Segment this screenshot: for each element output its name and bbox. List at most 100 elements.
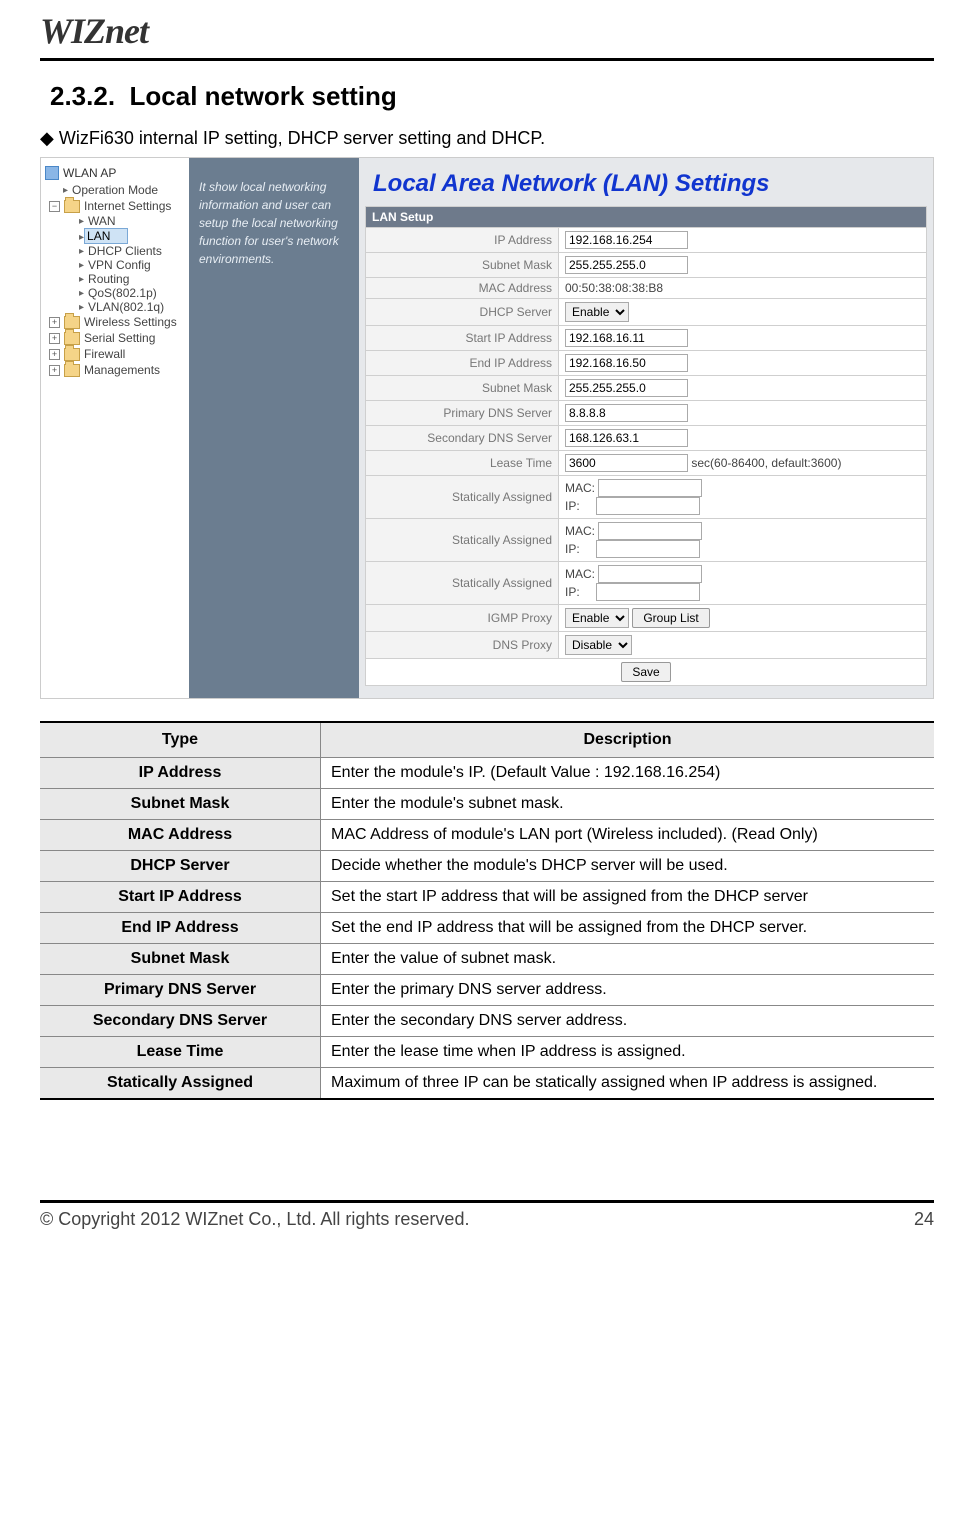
label-ip-address: IP Address <box>366 228 559 253</box>
input-static1-ip[interactable] <box>596 497 700 515</box>
desc-type-cell: Secondary DNS Server <box>40 1006 321 1037</box>
table-row: Subnet MaskEnter the value of subnet mas… <box>40 944 934 975</box>
desc-text-cell: Enter the lease time when IP address is … <box>321 1037 935 1068</box>
desc-type-cell: Lease Time <box>40 1037 321 1068</box>
input-primary-dns[interactable] <box>565 404 688 422</box>
input-ip-address[interactable] <box>565 231 688 249</box>
ip-label: IP: <box>565 585 580 599</box>
arrow-icon: ▸ <box>79 216 84 227</box>
input-static2-mac[interactable] <box>598 522 702 540</box>
arrow-icon: ▸ <box>79 274 84 285</box>
desc-text-cell: Decide whether the module's DHCP server … <box>321 851 935 882</box>
select-dns-proxy[interactable]: Disable <box>565 635 632 655</box>
collapse-icon[interactable]: − <box>49 201 60 212</box>
label-secondary-dns: Secondary DNS Server <box>366 426 559 451</box>
section-heading: 2.3.2. Local network setting <box>50 81 934 112</box>
expand-icon[interactable]: + <box>49 317 60 328</box>
desc-type-cell: Subnet Mask <box>40 944 321 975</box>
arrow-icon: ▸ <box>79 288 84 299</box>
help-text: It show local networking information and… <box>199 180 339 266</box>
input-end-ip[interactable] <box>565 354 688 372</box>
nav-root-label: WLAN AP <box>63 166 116 180</box>
label-static-1: Statically Assigned <box>366 476 559 519</box>
lease-time-suffix: sec(60-86400, default:3600) <box>691 456 841 470</box>
desc-type-cell: Start IP Address <box>40 882 321 913</box>
input-static3-ip[interactable] <box>596 583 700 601</box>
nav-root[interactable]: WLAN AP <box>45 164 185 182</box>
expand-icon[interactable]: + <box>49 365 60 376</box>
logo-text: WIZnet <box>40 11 148 51</box>
expand-icon[interactable]: + <box>49 333 60 344</box>
select-igmp-proxy[interactable]: Enable <box>565 608 629 628</box>
desc-text-cell: Enter the secondary DNS server address. <box>321 1006 935 1037</box>
table-row: Statically AssignedMaximum of three IP c… <box>40 1068 934 1100</box>
ip-label: IP: <box>565 499 580 513</box>
intro-text: WizFi630 internal IP setting, DHCP serve… <box>59 128 545 148</box>
arrow-icon: ▸ <box>79 260 84 271</box>
input-static2-ip[interactable] <box>596 540 700 558</box>
input-subnet-mask-2[interactable] <box>565 379 688 397</box>
label-end-ip: End IP Address <box>366 351 559 376</box>
wlan-icon <box>45 166 59 180</box>
mac-label: MAC: <box>565 567 595 581</box>
nav-sub-qos[interactable]: ▸QoS(802.1p) <box>45 286 185 300</box>
desc-type-cell: Statically Assigned <box>40 1068 321 1100</box>
copyright-text: © Copyright 2012 WIZnet Co., Ltd. All ri… <box>40 1209 469 1230</box>
arrow-icon: ▸ <box>79 302 84 313</box>
mac-label: MAC: <box>565 481 595 495</box>
nav-sub-lan[interactable]: LAN <box>84 228 128 244</box>
section-title-text: Local network setting <box>130 81 397 111</box>
desc-text-cell: Enter the primary DNS server address. <box>321 975 935 1006</box>
table-row: End IP AddressSet the end IP address tha… <box>40 913 934 944</box>
screenshot-panel: WLAN AP ▸ Operation Mode − Internet Sett… <box>40 157 934 699</box>
arrow-icon: ▸ <box>63 185 68 196</box>
mac-label: MAC: <box>565 524 595 538</box>
page-number: 24 <box>914 1209 934 1230</box>
expand-icon[interactable]: + <box>49 349 60 360</box>
desc-type-cell: IP Address <box>40 758 321 789</box>
diamond-bullet-icon: ◆ <box>40 128 54 149</box>
table-row: MAC AddressMAC Address of module's LAN p… <box>40 820 934 851</box>
table-row: Start IP AddressSet the start IP address… <box>40 882 934 913</box>
nav-panel: WLAN AP ▸ Operation Mode − Internet Sett… <box>41 158 189 698</box>
table-row: Subnet MaskEnter the module's subnet mas… <box>40 789 934 820</box>
table-row: DHCP ServerDecide whether the module's D… <box>40 851 934 882</box>
save-button[interactable]: Save <box>621 662 670 682</box>
label-lease-time: Lease Time <box>366 451 559 476</box>
group-list-button[interactable]: Group List <box>632 608 709 628</box>
nav-sub-vpn-config[interactable]: ▸VPN Config <box>45 258 185 272</box>
desc-text-cell: Enter the module's IP. (Default Value : … <box>321 758 935 789</box>
nav-sub-dhcp-clients[interactable]: ▸DHCP Clients <box>45 244 185 258</box>
desc-type-cell: MAC Address <box>40 820 321 851</box>
input-static3-mac[interactable] <box>598 565 702 583</box>
section-number: 2.3.2. <box>50 81 115 111</box>
intro-line: ◆ WizFi630 internal IP setting, DHCP ser… <box>40 128 934 149</box>
label-dns-proxy: DNS Proxy <box>366 632 559 659</box>
input-subnet-mask[interactable] <box>565 256 688 274</box>
desc-text-cell: Set the start IP address that will be as… <box>321 882 935 913</box>
folder-icon <box>64 348 80 361</box>
nav-item-internet-settings[interactable]: − Internet Settings <box>45 198 185 214</box>
table-row: Secondary DNS ServerEnter the secondary … <box>40 1006 934 1037</box>
description-table: Type Description IP AddressEnter the mod… <box>40 721 934 1100</box>
nav-sub-routing[interactable]: ▸Routing <box>45 272 185 286</box>
lan-setup-bar: LAN Setup <box>366 207 927 228</box>
nav-sub-wan[interactable]: ▸WAN <box>45 214 185 228</box>
input-static1-mac[interactable] <box>598 479 702 497</box>
value-mac-address: 00:50:38:08:38:B8 <box>559 278 927 299</box>
select-dhcp-server[interactable]: Enable <box>565 302 629 322</box>
arrow-icon: ▸ <box>79 246 84 257</box>
input-start-ip[interactable] <box>565 329 688 347</box>
desc-type-cell: Subnet Mask <box>40 789 321 820</box>
folder-icon <box>64 332 80 345</box>
desc-type-cell: End IP Address <box>40 913 321 944</box>
nav-folder-managements[interactable]: +Managements <box>45 362 185 378</box>
input-lease-time[interactable] <box>565 454 688 472</box>
input-secondary-dns[interactable] <box>565 429 688 447</box>
table-row: IP AddressEnter the module's IP. (Defaul… <box>40 758 934 789</box>
desc-text-cell: Maximum of three IP can be statically as… <box>321 1068 935 1100</box>
help-panel: It show local networking information and… <box>189 158 359 698</box>
label-static-3: Statically Assigned <box>366 562 559 605</box>
page-footer: © Copyright 2012 WIZnet Co., Ltd. All ri… <box>40 1200 934 1230</box>
header-type: Type <box>40 722 321 758</box>
